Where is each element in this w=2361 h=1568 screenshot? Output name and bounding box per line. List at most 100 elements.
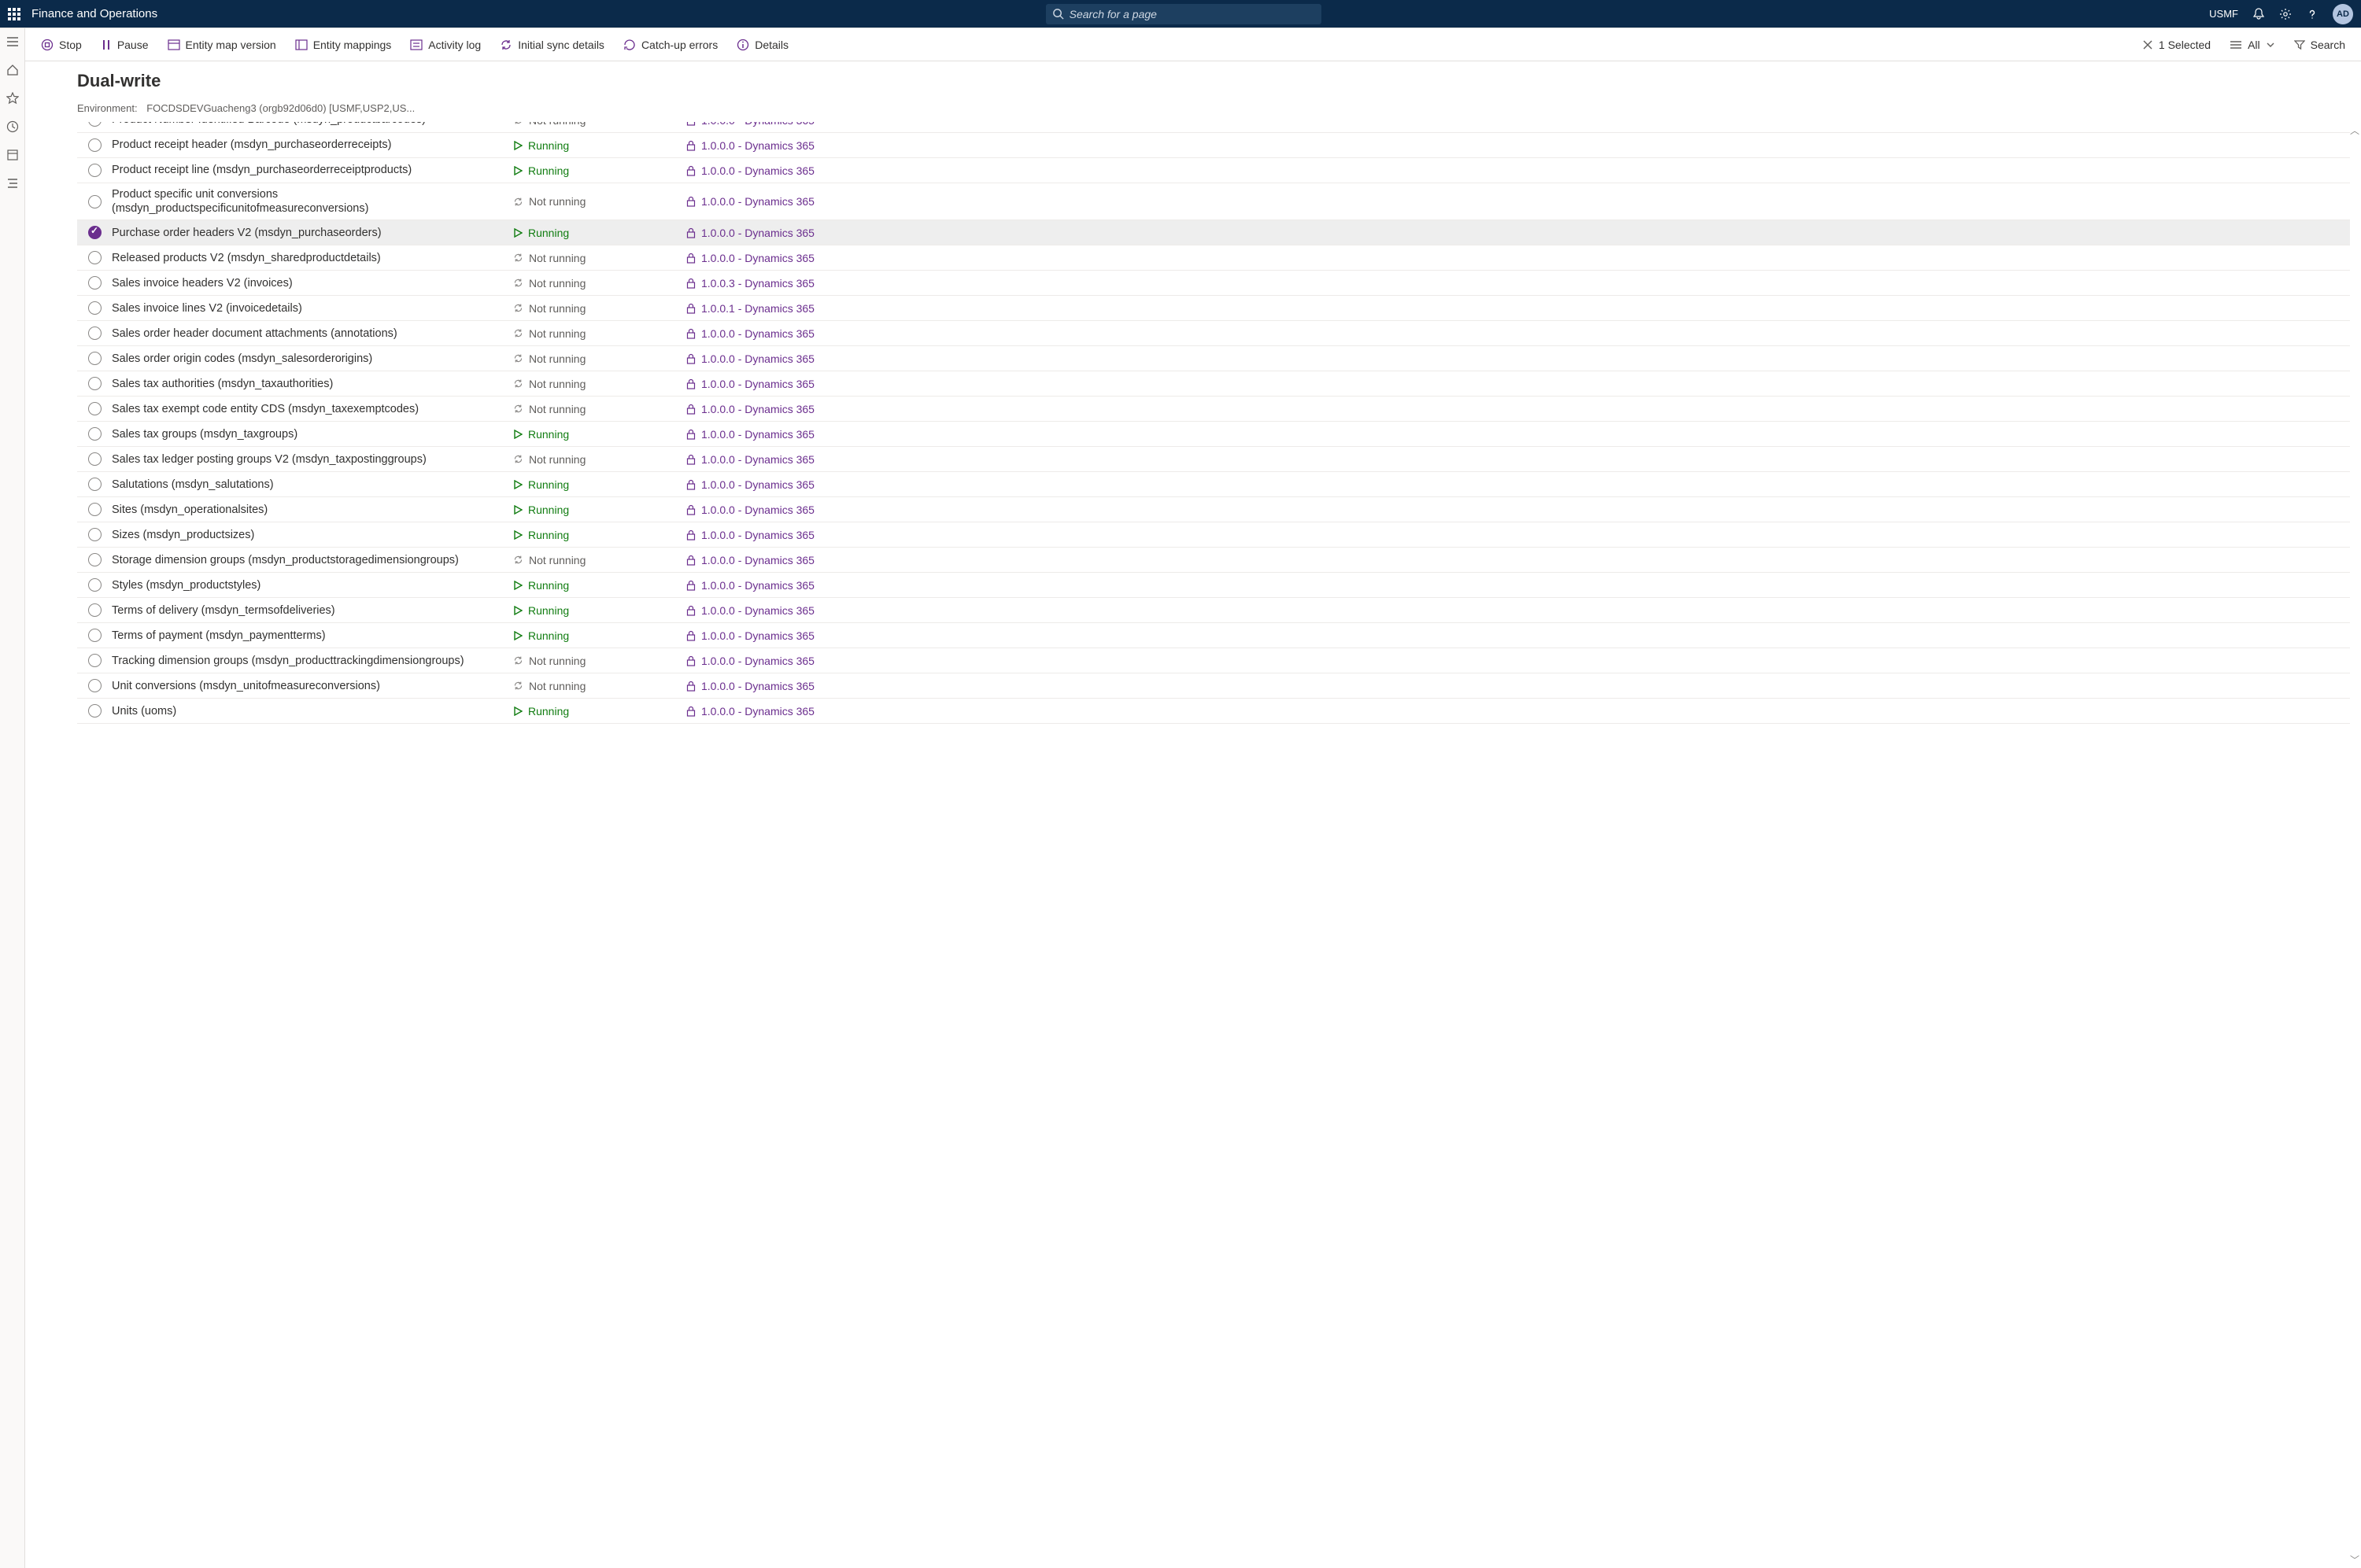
clear-selection-icon[interactable] <box>2142 39 2153 50</box>
row-checkbox-cell[interactable] <box>77 138 112 152</box>
row-name[interactable]: Unit conversions (msdyn_unitofmeasurecon… <box>112 675 513 697</box>
row-version[interactable]: 1.0.0.0 - Dynamics 365 <box>686 327 2350 340</box>
app-launcher-icon[interactable] <box>8 8 20 20</box>
scroll-down-icon[interactable]: ﹀ <box>2350 1553 2359 1566</box>
row-checkbox-cell[interactable] <box>77 452 112 466</box>
row-checkbox[interactable] <box>88 251 102 264</box>
recent-icon[interactable] <box>6 120 20 134</box>
row-version[interactable]: 1.0.0.0 - Dynamics 365 <box>686 705 2350 718</box>
row-checkbox-cell[interactable] <box>77 402 112 415</box>
stop-button[interactable]: Stop <box>41 39 82 51</box>
row-checkbox[interactable] <box>88 402 102 415</box>
table-row[interactable]: Sales order origin codes (msdyn_salesord… <box>77 346 2350 371</box>
favorites-icon[interactable] <box>6 91 20 105</box>
row-version[interactable]: 1.0.0.0 - Dynamics 365 <box>686 604 2350 617</box>
row-checkbox[interactable] <box>88 352 102 365</box>
row-version[interactable]: 1.0.0.0 - Dynamics 365 <box>686 554 2350 566</box>
table-row[interactable]: Storage dimension groups (msdyn_products… <box>77 548 2350 573</box>
table-row[interactable]: Purchase order headers V2 (msdyn_purchas… <box>77 220 2350 245</box>
table-row[interactable]: Sales tax ledger posting groups V2 (msdy… <box>77 447 2350 472</box>
home-icon[interactable] <box>6 63 20 77</box>
table-row[interactable]: Sales tax exempt code entity CDS (msdyn_… <box>77 397 2350 422</box>
row-version[interactable]: 1.0.0.0 - Dynamics 365 <box>686 504 2350 516</box>
row-checkbox[interactable] <box>88 452 102 466</box>
filter-all-dropdown[interactable]: All <box>2230 39 2275 51</box>
row-version[interactable]: 1.0.0.0 - Dynamics 365 <box>686 428 2350 441</box>
table-row[interactable]: Sizes (msdyn_productsizes)Running1.0.0.0… <box>77 522 2350 548</box>
row-version[interactable]: 1.0.0.0 - Dynamics 365 <box>686 252 2350 264</box>
row-name[interactable]: Product receipt line (msdyn_purchaseorde… <box>112 159 513 181</box>
row-version[interactable]: 1.0.0.0 - Dynamics 365 <box>686 352 2350 365</box>
row-name[interactable]: Terms of delivery (msdyn_termsofdeliveri… <box>112 600 513 622</box>
row-name[interactable]: Sales tax groups (msdyn_taxgroups) <box>112 423 513 445</box>
row-checkbox[interactable] <box>88 138 102 152</box>
row-name[interactable]: Tracking dimension groups (msdyn_product… <box>112 650 513 672</box>
row-checkbox[interactable] <box>88 553 102 566</box>
selection-count[interactable]: 1 Selected <box>2142 39 2211 51</box>
row-name[interactable]: Sales order header document attachments … <box>112 323 513 345</box>
row-name[interactable]: Storage dimension groups (msdyn_products… <box>112 549 513 571</box>
table-row[interactable]: Sales tax authorities (msdyn_taxauthorit… <box>77 371 2350 397</box>
row-name[interactable]: Sites (msdyn_operationalsites) <box>112 499 513 521</box>
table-row[interactable]: Product specific unit conversions (msdyn… <box>77 183 2350 220</box>
pause-button[interactable]: Pause <box>101 39 149 51</box>
row-name[interactable]: Released products V2 (msdyn_sharedproduc… <box>112 247 513 269</box>
settings-icon[interactable] <box>2279 8 2292 20</box>
row-checkbox[interactable] <box>88 654 102 667</box>
row-checkbox[interactable] <box>88 528 102 541</box>
row-version[interactable]: 1.0.0.0 - Dynamics 365 <box>686 139 2350 152</box>
row-name[interactable]: Salutations (msdyn_salutations) <box>112 474 513 496</box>
row-checkbox[interactable] <box>88 478 102 491</box>
row-checkbox-cell[interactable] <box>77 352 112 365</box>
row-checkbox-cell[interactable] <box>77 578 112 592</box>
row-checkbox-cell[interactable] <box>77 704 112 718</box>
row-version[interactable]: 1.0.0.0 - Dynamics 365 <box>686 195 2350 208</box>
row-name[interactable]: Sales tax exempt code entity CDS (msdyn_… <box>112 398 513 420</box>
row-checkbox-cell[interactable] <box>77 122 112 127</box>
scroll-up-icon[interactable]: ︿ <box>2350 124 2359 137</box>
row-version[interactable]: 1.0.0.0 - Dynamics 365 <box>686 403 2350 415</box>
catchup-errors-button[interactable]: Catch-up errors <box>623 39 718 51</box>
entity-table[interactable]: ︿ ﹀ Product Number Identified Barcode (m… <box>25 122 2361 1568</box>
row-checkbox[interactable] <box>88 301 102 315</box>
row-checkbox[interactable] <box>88 226 102 239</box>
row-checkbox-cell[interactable] <box>77 164 112 177</box>
legal-entity[interactable]: USMF <box>2209 8 2238 20</box>
row-checkbox[interactable] <box>88 503 102 516</box>
row-checkbox-cell[interactable] <box>77 679 112 692</box>
initial-sync-button[interactable]: Initial sync details <box>500 39 604 51</box>
row-checkbox-cell[interactable] <box>77 629 112 642</box>
row-version[interactable]: 1.0.0.0 - Dynamics 365 <box>686 680 2350 692</box>
row-checkbox-cell[interactable] <box>77 654 112 667</box>
table-row[interactable]: Sales tax groups (msdyn_taxgroups)Runnin… <box>77 422 2350 447</box>
row-name[interactable]: Units (uoms) <box>112 700 513 722</box>
row-checkbox-cell[interactable] <box>77 553 112 566</box>
row-checkbox-cell[interactable] <box>77 327 112 340</box>
row-checkbox-cell[interactable] <box>77 251 112 264</box>
table-row[interactable]: Terms of payment (msdyn_paymentterms)Run… <box>77 623 2350 648</box>
row-version[interactable]: 1.0.0.0 - Dynamics 365 <box>686 164 2350 177</box>
row-checkbox-cell[interactable] <box>77 226 112 239</box>
modules-icon[interactable] <box>6 176 20 190</box>
row-checkbox[interactable] <box>88 704 102 718</box>
row-checkbox[interactable] <box>88 603 102 617</box>
row-name[interactable]: Sales tax ledger posting groups V2 (msdy… <box>112 448 513 470</box>
row-name[interactable]: Product Number Identified Barcode (msdyn… <box>112 122 513 131</box>
row-version[interactable]: 1.0.0.0 - Dynamics 365 <box>686 655 2350 667</box>
row-version[interactable]: 1.0.0.0 - Dynamics 365 <box>686 378 2350 390</box>
table-row[interactable]: Salutations (msdyn_salutations)Running1.… <box>77 472 2350 497</box>
table-row[interactable]: Styles (msdyn_productstyles)Running1.0.0… <box>77 573 2350 598</box>
row-checkbox-cell[interactable] <box>77 528 112 541</box>
row-name[interactable]: Product specific unit conversions (msdyn… <box>112 183 513 220</box>
row-name[interactable]: Purchase order headers V2 (msdyn_purchas… <box>112 222 513 244</box>
table-row[interactable]: Product receipt header (msdyn_purchaseor… <box>77 133 2350 158</box>
table-row[interactable]: Product receipt line (msdyn_purchaseorde… <box>77 158 2350 183</box>
search-button[interactable]: Search <box>2294 39 2345 51</box>
row-checkbox[interactable] <box>88 629 102 642</box>
table-row[interactable]: Sales order header document attachments … <box>77 321 2350 346</box>
row-checkbox[interactable] <box>88 122 102 127</box>
row-checkbox-cell[interactable] <box>77 276 112 290</box>
entity-mappings-button[interactable]: Entity mappings <box>295 39 392 51</box>
row-checkbox[interactable] <box>88 276 102 290</box>
row-name[interactable]: Sales invoice headers V2 (invoices) <box>112 272 513 294</box>
